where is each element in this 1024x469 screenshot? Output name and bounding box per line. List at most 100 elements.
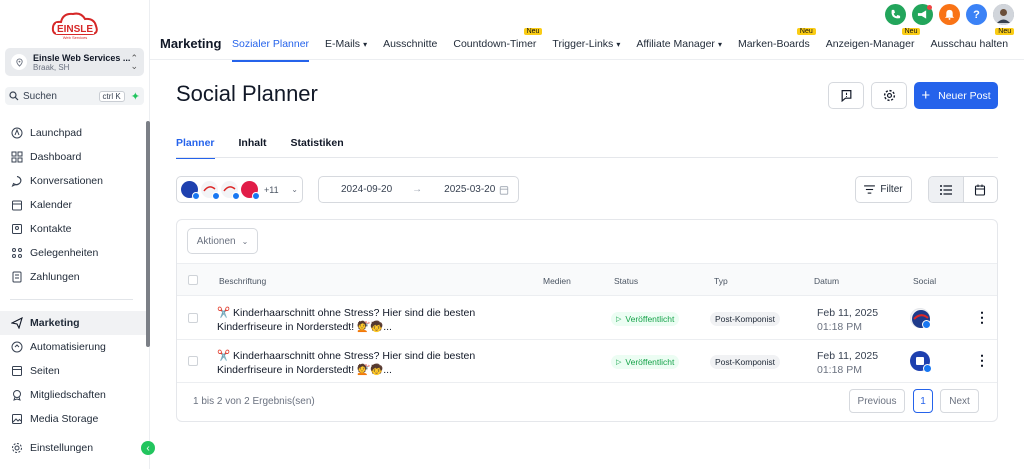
- sidebar-item-memberships[interactable]: Mitgliedschaften: [0, 383, 147, 407]
- help-icon[interactable]: ?: [966, 4, 987, 25]
- date-range-picker[interactable]: 2024-09-20 → 2025-03-20: [318, 176, 519, 203]
- next-page-button[interactable]: Next: [940, 389, 979, 413]
- sidebar: EINSLE Web Services Einsle Web Services …: [0, 0, 155, 469]
- sidebar-item-label: Konversationen: [30, 175, 103, 187]
- sidebar-item-automation[interactable]: Automatisierung: [0, 335, 147, 359]
- filter-label: Filter: [880, 184, 903, 195]
- phone-icon[interactable]: [885, 4, 906, 25]
- tab-social-planner[interactable]: Sozialer Planner: [232, 38, 310, 62]
- gear-icon: [883, 89, 895, 102]
- tab-countdown-timer[interactable]: Countdown-Timer Neu: [453, 28, 543, 62]
- top-navigation: Marketing Sozialer Planner E-Mails ▾ Auss…: [150, 0, 1024, 62]
- user-avatar[interactable]: [993, 4, 1014, 25]
- sidebar-item-calendar[interactable]: Kalender: [0, 193, 147, 217]
- post-caption[interactable]: ✂️ Kinderhaarschnitt ohne Stress? Hier s…: [217, 306, 517, 334]
- column-status: Status: [614, 276, 639, 286]
- account-selector[interactable]: +11 ⌄: [176, 176, 303, 203]
- list-icon: [939, 184, 952, 195]
- dashboard-icon: [11, 151, 23, 163]
- date-to: 2025-03-20: [444, 184, 496, 195]
- list-view-button[interactable]: [929, 177, 964, 202]
- sparkle-icon[interactable]: ✦: [131, 90, 140, 103]
- search-label: Suchen: [23, 90, 57, 102]
- new-post-button[interactable]: + Neuer Post: [914, 82, 998, 109]
- bell-icon[interactable]: [939, 4, 960, 25]
- table-row[interactable]: ✂️ Kinderhaarschnitt ohne Stress? Hier s…: [177, 340, 997, 383]
- account-switcher[interactable]: Einsle Web Services ... Braak, SH ⌃ ⌄: [5, 48, 144, 76]
- tab-ads-manager[interactable]: Anzeigen-Manager Neu: [826, 28, 921, 62]
- new-badge: Neu: [796, 28, 816, 35]
- tab-statistics[interactable]: Statistiken: [291, 137, 344, 159]
- calendar-view-button[interactable]: [964, 177, 998, 202]
- svg-text:Web Services: Web Services: [63, 35, 88, 40]
- new-badge: Neu: [995, 28, 1015, 35]
- tab-planner[interactable]: Planner: [176, 137, 215, 159]
- post-date: Feb 11, 2025 01:18 PM: [817, 350, 879, 376]
- sidebar-item-label: Dashboard: [30, 151, 82, 163]
- plus-icon: +: [921, 86, 931, 104]
- sidebar-item-pages[interactable]: Seiten: [0, 359, 147, 383]
- sidebar-item-opportunities[interactable]: Gelegenheiten: [0, 241, 147, 265]
- sidebar-nav-secondary: Marketing Automatisierung Seiten Mitglie…: [0, 311, 147, 431]
- sidebar-item-dashboard[interactable]: Dashboard: [0, 145, 147, 169]
- search-bar[interactable]: Suchen ctrl K ✦: [5, 87, 144, 105]
- sidebar-item-conversations[interactable]: Konversationen: [0, 169, 147, 193]
- settings-button[interactable]: [871, 82, 907, 109]
- actions-dropdown[interactable]: Aktionen ⌄: [187, 228, 258, 254]
- send-icon: ▷: [616, 359, 622, 366]
- account-avatar: [181, 181, 200, 200]
- results-summary: 1 bis 2 von 2 Ergebnis(sen): [193, 396, 315, 407]
- sidebar-item-label: Marketing: [30, 317, 80, 329]
- tab-brand-boards[interactable]: Marken-Boards Neu: [738, 28, 816, 62]
- page-title: Social Planner: [176, 81, 318, 106]
- filter-button[interactable]: Filter: [855, 176, 912, 203]
- new-badge: Neu: [523, 28, 543, 35]
- contacts-icon: [12, 224, 22, 234]
- tab-emails[interactable]: E-Mails ▾: [325, 38, 367, 62]
- sidebar-item-media-storage[interactable]: Media Storage: [0, 407, 147, 431]
- sidebar-scrollbar[interactable]: [146, 121, 150, 347]
- previous-page-button[interactable]: Previous: [849, 389, 905, 413]
- more-options-icon[interactable]: ⋮: [975, 353, 989, 367]
- account-location: Braak, SH: [33, 62, 70, 72]
- new-badge: Neu: [901, 28, 921, 35]
- table-row[interactable]: ✂️ Kinderhaarschnitt ohne Stress? Hier s…: [177, 297, 997, 340]
- company-logo[interactable]: EINSLE Web Services: [50, 8, 100, 42]
- account-avatar: [241, 181, 260, 200]
- row-checkbox[interactable]: [188, 313, 198, 323]
- subtabs-divider: [176, 157, 998, 158]
- chevron-down-icon: ⌄: [241, 236, 249, 246]
- calendar-icon: [499, 185, 509, 195]
- more-options-icon[interactable]: ⋮: [975, 310, 989, 324]
- facebook-icon: [232, 192, 240, 200]
- arrow-right-icon: →: [412, 184, 423, 195]
- feedback-button[interactable]: [828, 82, 864, 109]
- tab-snippets[interactable]: Ausschnitte: [383, 38, 437, 62]
- tab-trigger-links[interactable]: Trigger-Links ▾: [552, 38, 620, 62]
- header-actions: ?: [879, 4, 1014, 25]
- post-caption[interactable]: ✂️ Kinderhaarschnitt ohne Stress? Hier s…: [217, 349, 517, 377]
- row-checkbox[interactable]: [188, 356, 198, 366]
- status-badge: ▷ Veröffentlicht: [611, 312, 680, 326]
- sidebar-item-marketing[interactable]: Marketing: [0, 311, 147, 335]
- sidebar-item-label: Gelegenheiten: [30, 247, 99, 259]
- megaphone-icon[interactable]: [912, 4, 933, 25]
- chevron-down-icon: ⌄: [291, 185, 298, 194]
- automation-icon: [11, 341, 23, 353]
- chat-icon: [11, 176, 22, 187]
- page-number-button[interactable]: 1: [913, 389, 933, 413]
- collapse-sidebar-icon[interactable]: ‹: [141, 441, 155, 455]
- tab-lookout[interactable]: Ausschau halten Neu: [930, 28, 1015, 62]
- calendar-icon: [12, 200, 22, 211]
- sidebar-item-launchpad[interactable]: Launchpad: [0, 121, 147, 145]
- gear-icon: [12, 443, 22, 453]
- select-all-checkbox[interactable]: [188, 275, 198, 285]
- chevron-down-icon: ▾: [363, 40, 368, 49]
- view-toggle: [928, 176, 998, 203]
- sidebar-item-payments[interactable]: Zahlungen: [0, 265, 147, 289]
- sidebar-item-contacts[interactable]: Kontakte: [0, 217, 147, 241]
- tab-content[interactable]: Inhalt: [239, 137, 267, 159]
- tab-affiliate-manager[interactable]: Affiliate Manager ▾: [636, 38, 722, 62]
- sidebar-item-settings[interactable]: Einstellungen: [0, 436, 147, 460]
- notification-dot: [927, 5, 932, 10]
